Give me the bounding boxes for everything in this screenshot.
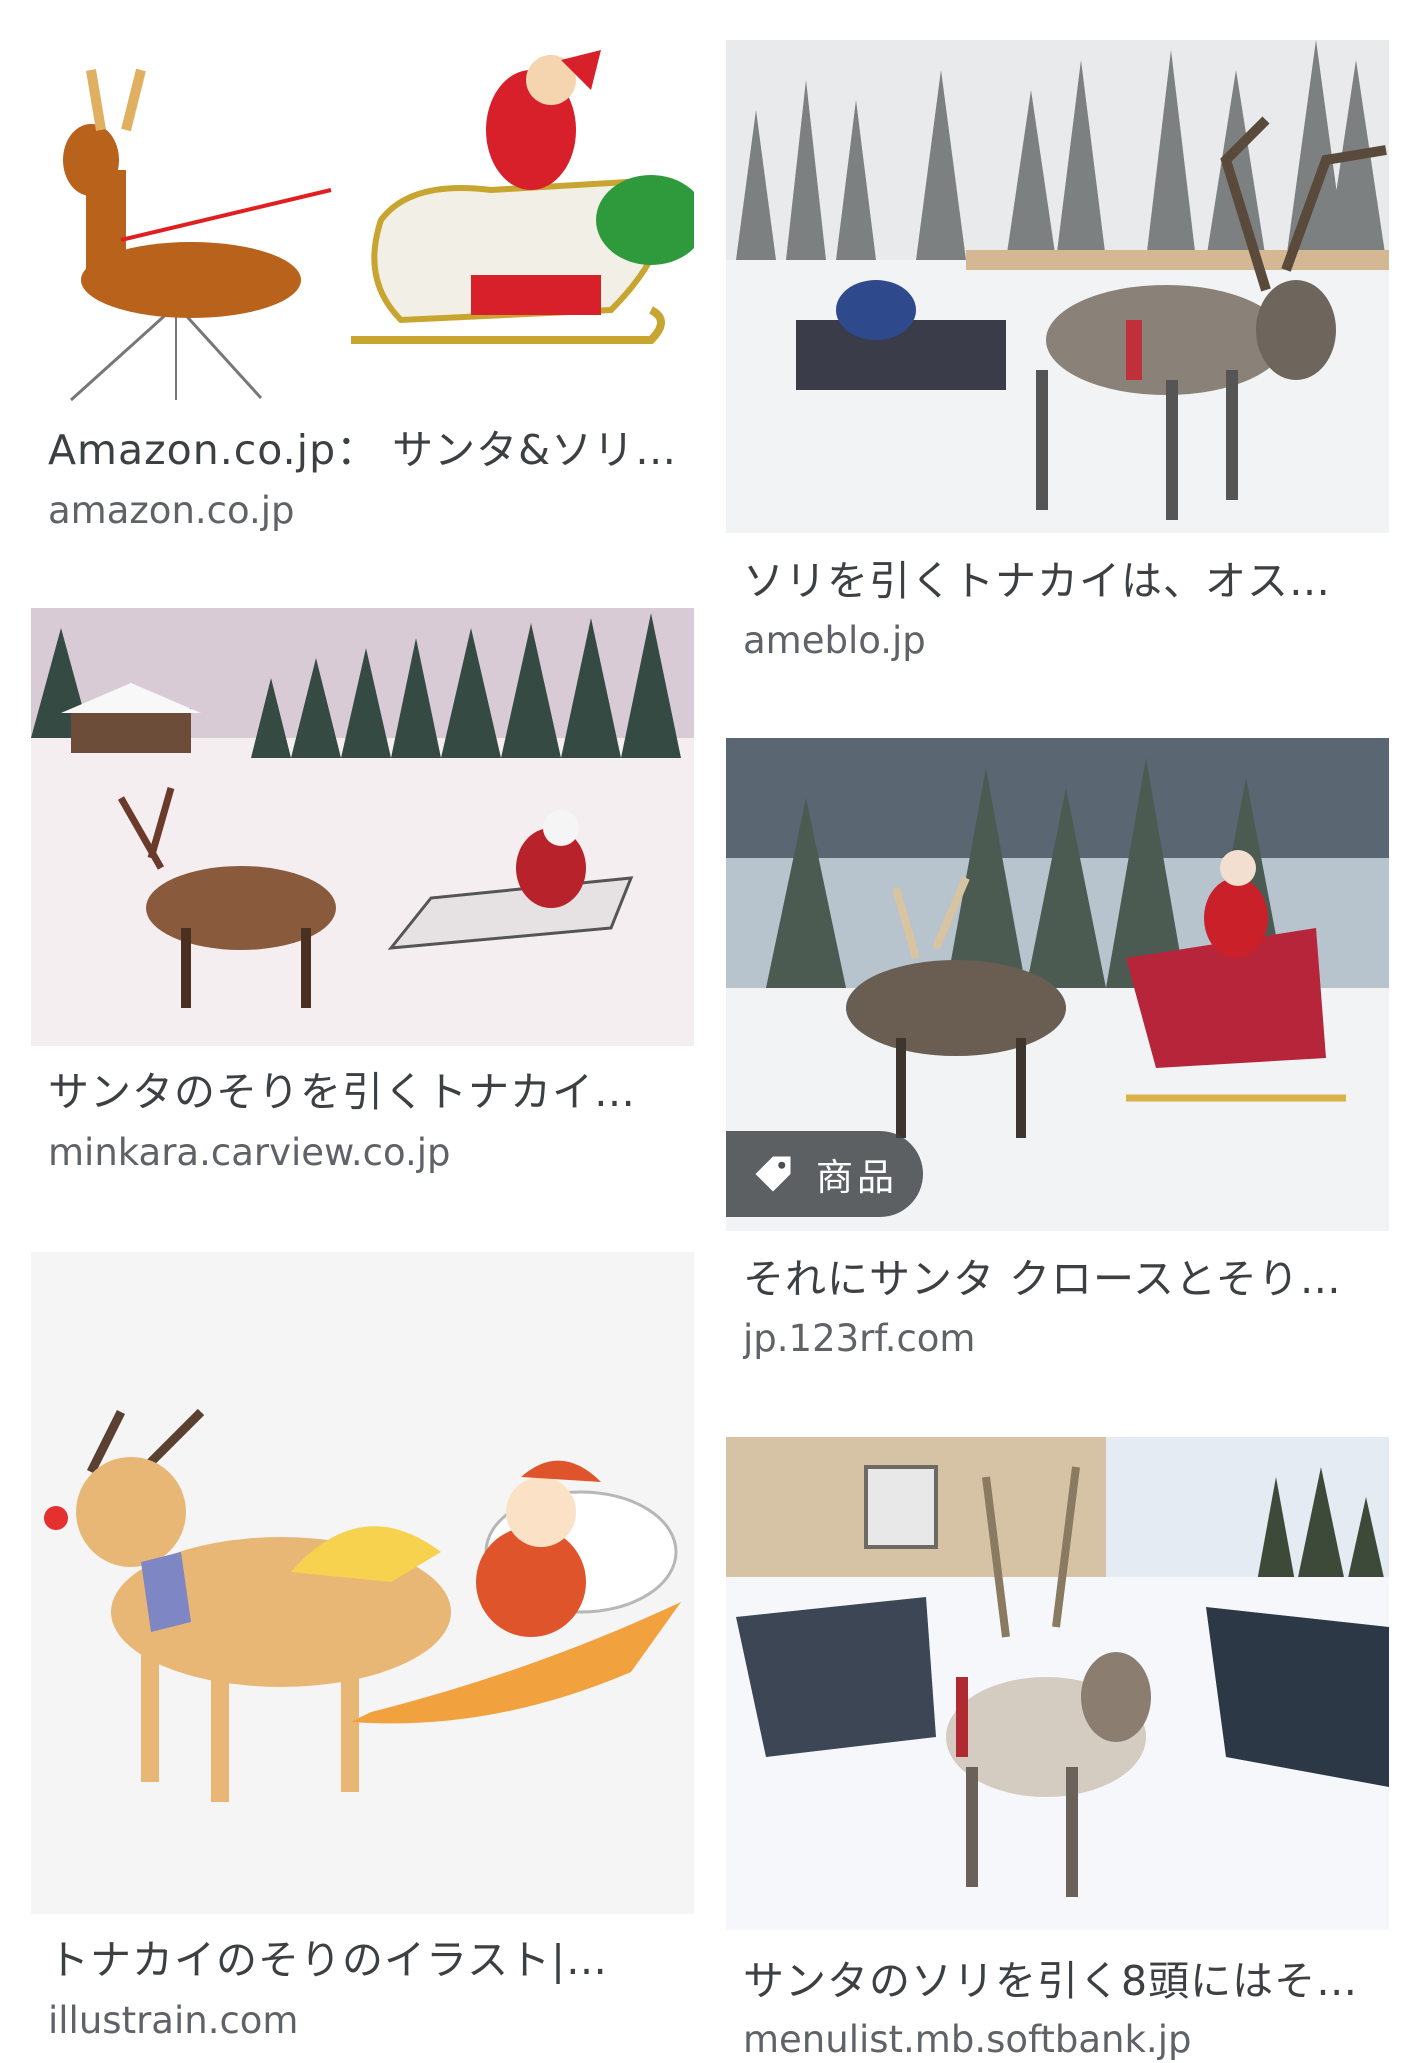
result-thumbnail-santa-sleigh-figure[interactable]: [31, 40, 694, 402]
result-source: menulist.mb.softbank.jp: [743, 2018, 1192, 2061]
result-thumbnail-reindeer-winter-village[interactable]: [726, 1437, 1389, 1930]
result-source: jp.123rf.com: [743, 1317, 976, 1360]
result-source: amazon.co.jp: [48, 489, 295, 532]
result-thumbnail-reindeer-sleigh-illustration[interactable]: [31, 1252, 694, 1914]
result-title[interactable]: Amazon.co.jp： サンタ&ソリ…: [48, 424, 688, 476]
tag-icon: [755, 1156, 791, 1192]
product-badge: 商品: [726, 1131, 923, 1217]
image-result-card[interactable]: トナカイのそりのイラスト|… illustrain.com: [31, 1252, 694, 2048]
result-source: illustrain.com: [48, 1999, 299, 2042]
image-result-card[interactable]: サンタのそりを引くトナカイ… minkara.carview.co.jp: [31, 608, 694, 1182]
result-source: minkara.carview.co.jp: [48, 1131, 451, 1174]
result-thumbnail-reindeer-sled-ride[interactable]: [726, 40, 1389, 533]
image-result-card[interactable]: 商品 それにサンタ クロースとそり… jp.123rf.com: [726, 738, 1389, 1360]
result-source: ameblo.jp: [743, 619, 926, 662]
product-badge-label: 商品: [816, 1156, 898, 1199]
result-title[interactable]: ソリを引くトナカイは、オス…: [743, 555, 1383, 607]
result-title[interactable]: トナカイのそりのイラスト|…: [48, 1934, 688, 1986]
result-title[interactable]: サンタのソリを引く8頭にはそ…: [743, 1955, 1383, 2007]
image-result-card[interactable]: サンタのソリを引く8頭にはそ… menulist.mb.softbank.jp: [726, 1437, 1389, 2061]
result-thumbnail-santa-red-sleigh[interactable]: 商品: [726, 738, 1389, 1231]
image-result-card[interactable]: Amazon.co.jp： サンタ&ソリ… amazon.co.jp: [31, 40, 694, 550]
result-title[interactable]: サンタのそりを引くトナカイ…: [48, 1066, 688, 1118]
image-result-card[interactable]: ソリを引くトナカイは、オス… ameblo.jp: [726, 40, 1389, 662]
result-title[interactable]: それにサンタ クロースとそり…: [743, 1253, 1383, 1305]
result-thumbnail-reindeer-santa-snowfield[interactable]: [31, 608, 694, 1046]
